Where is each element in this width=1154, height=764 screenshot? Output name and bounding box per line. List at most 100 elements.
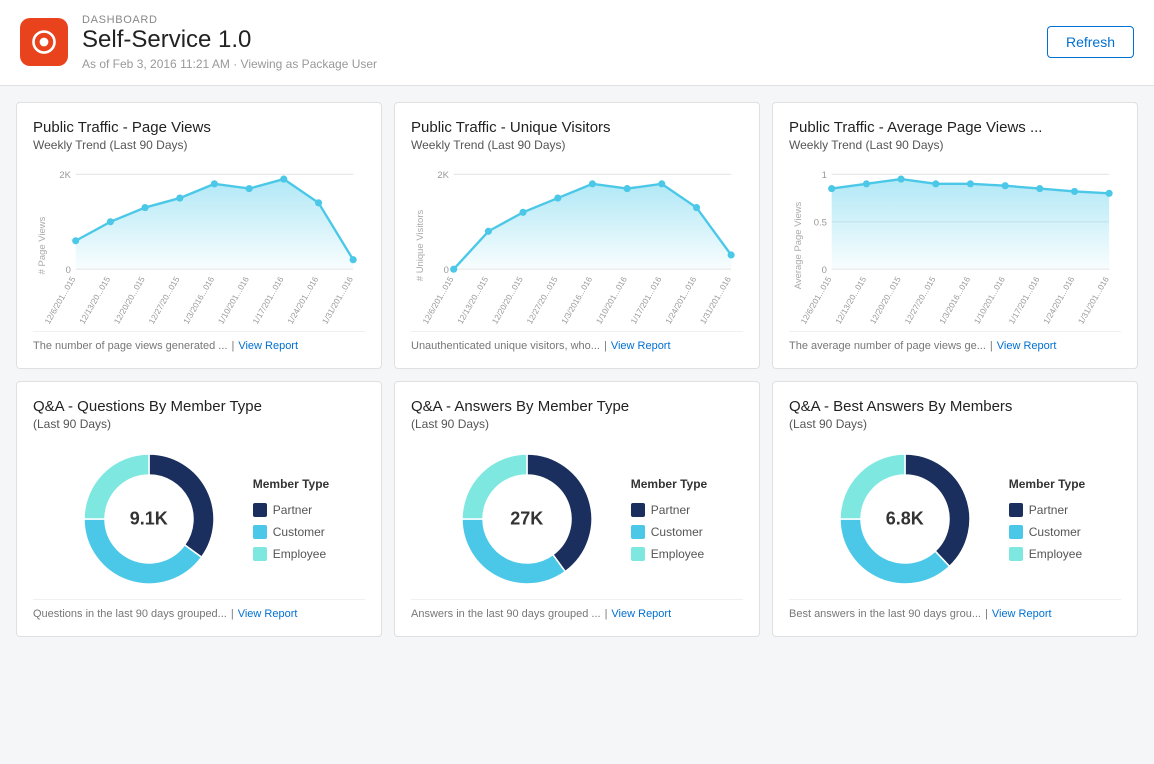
donut-chart-svg <box>69 439 229 599</box>
legend-item: Employee <box>631 547 707 561</box>
card-subtitle: (Last 90 Days) <box>789 417 1121 431</box>
card-footer: Best answers in the last 90 days grou...… <box>789 599 1121 620</box>
legend-swatch <box>253 503 267 517</box>
refresh-button[interactable]: Refresh <box>1047 26 1134 58</box>
footer-separator: | <box>985 608 988 620</box>
svg-text:12/27/20...015: 12/27/20...015 <box>524 274 559 325</box>
view-report-link[interactable]: View Report <box>238 340 298 352</box>
svg-text:12/13/20...015: 12/13/20...015 <box>455 274 490 325</box>
svg-text:12/13/20...015: 12/13/20...015 <box>833 274 868 325</box>
legend-item: Partner <box>631 503 707 517</box>
svg-text:2K: 2K <box>59 170 71 181</box>
svg-text:1/17/201...016: 1/17/201...016 <box>1006 274 1041 325</box>
svg-text:1/31/201...016: 1/31/201...016 <box>1076 274 1111 325</box>
legend-swatch <box>253 547 267 561</box>
donut-svg-wrap: 6.8K <box>825 439 985 599</box>
svg-text:# Page Views: # Page Views <box>37 216 48 274</box>
footer-separator: | <box>604 340 607 352</box>
card-footer: Unauthenticated unique visitors, who... … <box>411 331 743 352</box>
footer-text: Best answers in the last 90 days grou... <box>789 608 981 620</box>
legend-item: Partner <box>253 503 329 517</box>
svg-text:1: 1 <box>822 170 827 181</box>
svg-text:1/10/201...016: 1/10/201...016 <box>216 274 251 325</box>
header-title: Self-Service 1.0 <box>82 26 377 55</box>
svg-text:1/10/201...016: 1/10/201...016 <box>972 274 1007 325</box>
legend-title: Member Type <box>253 477 329 491</box>
svg-text:1/10/201...016: 1/10/201...016 <box>594 274 629 325</box>
legend-item: Customer <box>631 525 707 539</box>
card-title: Q&A - Answers By Member Type <box>411 398 743 415</box>
card-title: Q&A - Questions By Member Type <box>33 398 365 415</box>
footer-separator: | <box>605 608 608 620</box>
card-subtitle: (Last 90 Days) <box>33 417 365 431</box>
header: DASHBOARD Self-Service 1.0 As of Feb 3, … <box>0 0 1154 86</box>
legend-swatch <box>1009 547 1023 561</box>
chart-area: Average Page Views 10.50 12/6/201...0151… <box>789 160 1121 331</box>
legend-item: Customer <box>253 525 329 539</box>
card-answers: Q&A - Answers By Member Type (Last 90 Da… <box>394 381 760 637</box>
legend-swatch <box>253 525 267 539</box>
legend-label: Customer <box>651 525 703 539</box>
donut-chart-svg <box>447 439 607 599</box>
card-subtitle: Weekly Trend (Last 90 Days) <box>789 138 1121 152</box>
card-avg-page-views: Public Traffic - Average Page Views ... … <box>772 102 1138 369</box>
donut-chart-svg <box>825 439 985 599</box>
svg-text:0.5: 0.5 <box>814 217 827 228</box>
legend-swatch <box>1009 503 1023 517</box>
svg-text:# Unique Visitors: # Unique Visitors <box>415 209 426 281</box>
svg-text:1/24/201...016: 1/24/201...016 <box>285 274 320 325</box>
legend-title: Member Type <box>631 477 707 491</box>
legend-item: Employee <box>1009 547 1085 561</box>
svg-text:12/6/201...015: 12/6/201...015 <box>420 274 455 325</box>
view-report-link[interactable]: View Report <box>997 340 1057 352</box>
card-title: Q&A - Best Answers By Members <box>789 398 1121 415</box>
svg-text:0: 0 <box>822 265 827 276</box>
legend-label: Employee <box>273 547 326 561</box>
view-report-link[interactable]: View Report <box>992 608 1052 620</box>
card-footer: Questions in the last 90 days grouped...… <box>33 599 365 620</box>
svg-text:12/20/20...015: 12/20/20...015 <box>868 274 903 325</box>
svg-text:0: 0 <box>444 265 449 276</box>
svg-text:1/31/201...016: 1/31/201...016 <box>698 274 733 325</box>
legend-label: Partner <box>651 503 690 517</box>
app-logo <box>20 18 68 66</box>
svg-text:12/6/201...015: 12/6/201...015 <box>42 274 77 325</box>
svg-text:2K: 2K <box>437 170 449 181</box>
footer-separator: | <box>231 608 234 620</box>
header-left: DASHBOARD Self-Service 1.0 As of Feb 3, … <box>20 14 377 71</box>
donut-area: 9.1K Member Type Partner Customer Employ… <box>33 439 365 599</box>
footer-text: The number of page views generated ... <box>33 340 227 352</box>
legend-label: Partner <box>1029 503 1068 517</box>
donut-legend: Member Type Partner Customer Employee <box>1009 477 1085 561</box>
header-label: DASHBOARD <box>82 14 377 26</box>
card-best-answers: Q&A - Best Answers By Members (Last 90 D… <box>772 381 1138 637</box>
svg-text:1/3/2016...016: 1/3/2016...016 <box>559 274 594 325</box>
line-chart-svg: # Page Views 2K0 12/6/201...01512/13/20.… <box>33 160 365 331</box>
view-report-link[interactable]: View Report <box>611 608 671 620</box>
donut-svg-wrap: 9.1K <box>69 439 229 599</box>
card-questions: Q&A - Questions By Member Type (Last 90 … <box>16 381 382 637</box>
svg-text:12/27/20...015: 12/27/20...015 <box>902 274 937 325</box>
footer-separator: | <box>990 340 993 352</box>
donut-legend: Member Type Partner Customer Employee <box>631 477 707 561</box>
card-subtitle: Weekly Trend (Last 90 Days) <box>411 138 743 152</box>
legend-swatch <box>1009 525 1023 539</box>
card-footer: The average number of page views ge... |… <box>789 331 1121 352</box>
svg-text:1/31/201...016: 1/31/201...016 <box>320 274 355 325</box>
donut-area: 27K Member Type Partner Customer Employe… <box>411 439 743 599</box>
view-report-link[interactable]: View Report <box>611 340 671 352</box>
legend-label: Customer <box>273 525 325 539</box>
logo-icon <box>30 28 58 56</box>
donut-legend: Member Type Partner Customer Employee <box>253 477 329 561</box>
card-title: Public Traffic - Page Views <box>33 119 365 136</box>
svg-text:1/17/201...016: 1/17/201...016 <box>250 274 285 325</box>
legend-label: Partner <box>273 503 312 517</box>
svg-text:Average Page Views: Average Page Views <box>793 201 804 289</box>
svg-text:12/20/20...015: 12/20/20...015 <box>490 274 525 325</box>
dashboard-grid: Public Traffic - Page Views Weekly Trend… <box>0 86 1154 653</box>
legend-swatch <box>631 503 645 517</box>
svg-text:1/24/201...016: 1/24/201...016 <box>663 274 698 325</box>
header-text-block: DASHBOARD Self-Service 1.0 As of Feb 3, … <box>82 14 377 71</box>
legend-item: Customer <box>1009 525 1085 539</box>
view-report-link[interactable]: View Report <box>238 608 298 620</box>
